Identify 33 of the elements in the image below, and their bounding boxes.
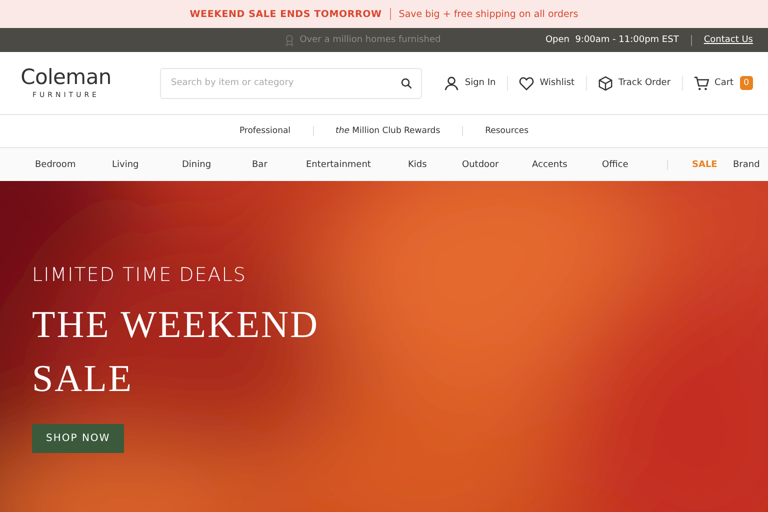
award-icon <box>284 34 294 46</box>
header-link[interactable]: Wishlist <box>540 78 575 88</box>
category-link[interactable]: Bar <box>252 160 268 170</box>
category-link[interactable]: Outdoor <box>462 160 499 170</box>
nav-link[interactable]: Professional <box>217 126 313 136</box>
hero-title: THE WEEKEND SALE <box>32 303 320 402</box>
user-icon[interactable] <box>444 76 459 90</box>
category-link[interactable]: Kids <box>408 160 427 170</box>
box-icon[interactable] <box>598 76 613 90</box>
tagline: Over a million homes furnished <box>300 35 441 45</box>
heart-icon[interactable] <box>518 76 534 90</box>
category-link[interactable]: Brand <box>733 160 760 170</box>
header-link[interactable]: Sign In <box>464 78 496 88</box>
shop-now-button[interactable]: SHOP NOW <box>32 424 124 453</box>
nav-link[interactable]: the Million Club Rewards <box>312 126 462 136</box>
category-link[interactable]: Entertainment <box>306 160 371 170</box>
store-hours: Open 9:00am - 11:00pm EST <box>545 35 679 45</box>
category-link[interactable]: Bedroom <box>35 160 76 170</box>
contact-link[interactable]: Contact Us <box>704 35 753 45</box>
search-icon[interactable] <box>401 78 412 88</box>
category-link[interactable]: Dining <box>182 160 212 170</box>
promo-message: Save big + free shipping on all orders <box>398 8 578 20</box>
category-link[interactable]: Office <box>602 160 628 170</box>
cart-count: 0 <box>740 76 753 90</box>
promo-headline: WEEKEND SALE ENDS TOMORROW <box>190 8 382 20</box>
nav-link[interactable]: Resources <box>462 126 551 136</box>
header-link[interactable]: Track Order <box>618 78 671 88</box>
search-field[interactable]: Search by item or category <box>160 68 422 98</box>
category-link[interactable]: Living <box>112 160 139 170</box>
category-link[interactable]: Accents <box>532 160 568 170</box>
hero-eyebrow: LIMITED TIME DEALS <box>32 264 248 286</box>
cart-icon[interactable] <box>694 76 709 90</box>
header-link[interactable]: Cart <box>714 78 734 88</box>
